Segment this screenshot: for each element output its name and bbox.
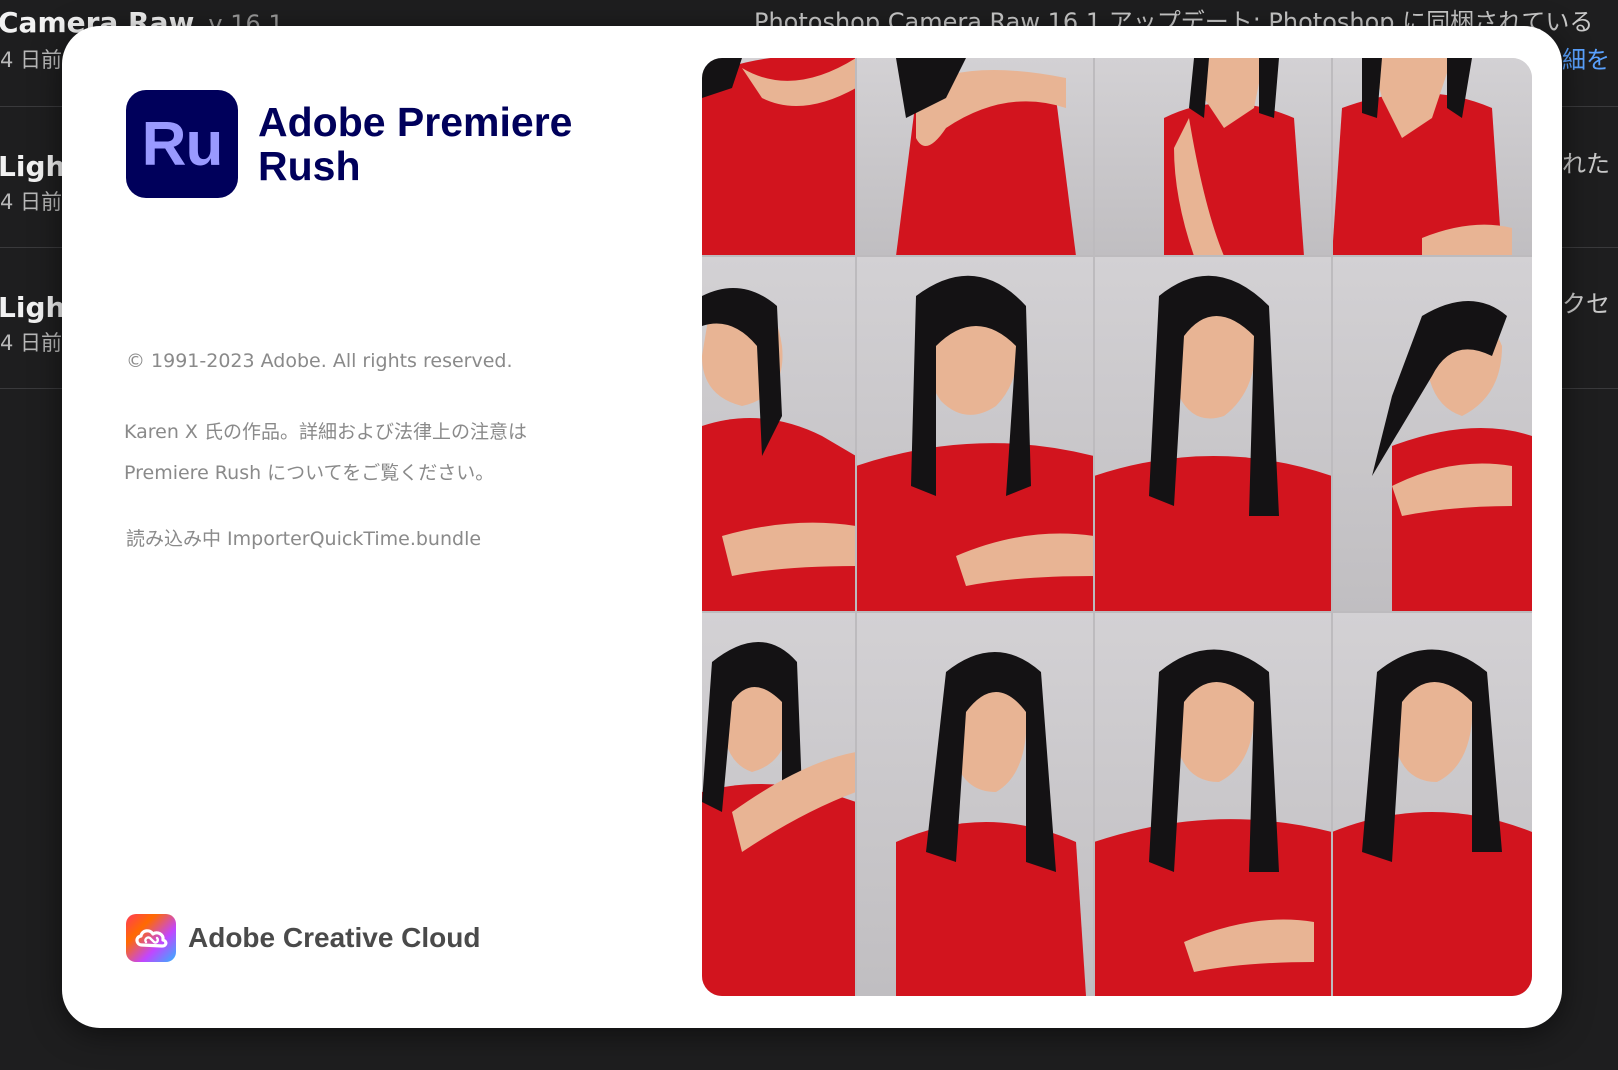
app-name: Adobe Premiere Rush: [258, 99, 573, 189]
loading-status: 読み込み中 ImporterQuickTime.bundle: [126, 528, 482, 550]
copyright-text: © 1991-2023 Adobe. All rights reserved.: [126, 350, 513, 372]
photo-tile: [702, 612, 856, 996]
creative-cloud-name: Adobe Creative Cloud: [188, 922, 481, 953]
photo-tile: [1094, 612, 1332, 996]
photo-tile: [702, 256, 856, 612]
splash-artwork-collage: [702, 58, 1532, 996]
creative-cloud-icon: [126, 914, 176, 962]
collage-divider: [702, 255, 1532, 257]
credits-line: Karen X 氏の作品。詳細および法律上の注意は: [124, 421, 527, 443]
credits-line: Premiere Rush についてをご覧ください。: [124, 462, 495, 484]
app-icon-text: Ru: [141, 109, 224, 179]
news-text: れた: [1562, 150, 1610, 178]
list-item-date: 4 日前: [0, 190, 63, 214]
photo-tile: [1332, 256, 1532, 612]
photo-tile: [856, 256, 1094, 612]
photo-tile: [856, 58, 1094, 256]
collage-divider: [855, 58, 857, 996]
photo-tile: [1332, 58, 1532, 256]
photo-tile: [702, 58, 856, 256]
photo-tile: [1094, 256, 1332, 612]
collage-divider: [702, 611, 1532, 613]
collage-divider: [1331, 58, 1333, 996]
photo-tile: [856, 612, 1094, 996]
artwork-credits: Karen X 氏の作品。詳細および法律上の注意は Premiere Rush …: [124, 412, 644, 494]
photo-tile: [1094, 58, 1332, 256]
collage-divider: [1093, 58, 1095, 996]
premiere-rush-app-icon: Ru: [126, 90, 238, 198]
news-link[interactable]: 細を: [1562, 40, 1610, 75]
list-item-date: 4 日前: [0, 48, 63, 72]
list-item-date: 4 日前: [0, 331, 63, 355]
creative-cloud-glyph: [135, 929, 168, 948]
splash-screen: Ru Adobe Premiere Rush © 1991-2023 Adobe…: [62, 26, 1562, 1028]
news-text: クセ: [1562, 290, 1610, 318]
photo-tile: [1332, 612, 1532, 996]
